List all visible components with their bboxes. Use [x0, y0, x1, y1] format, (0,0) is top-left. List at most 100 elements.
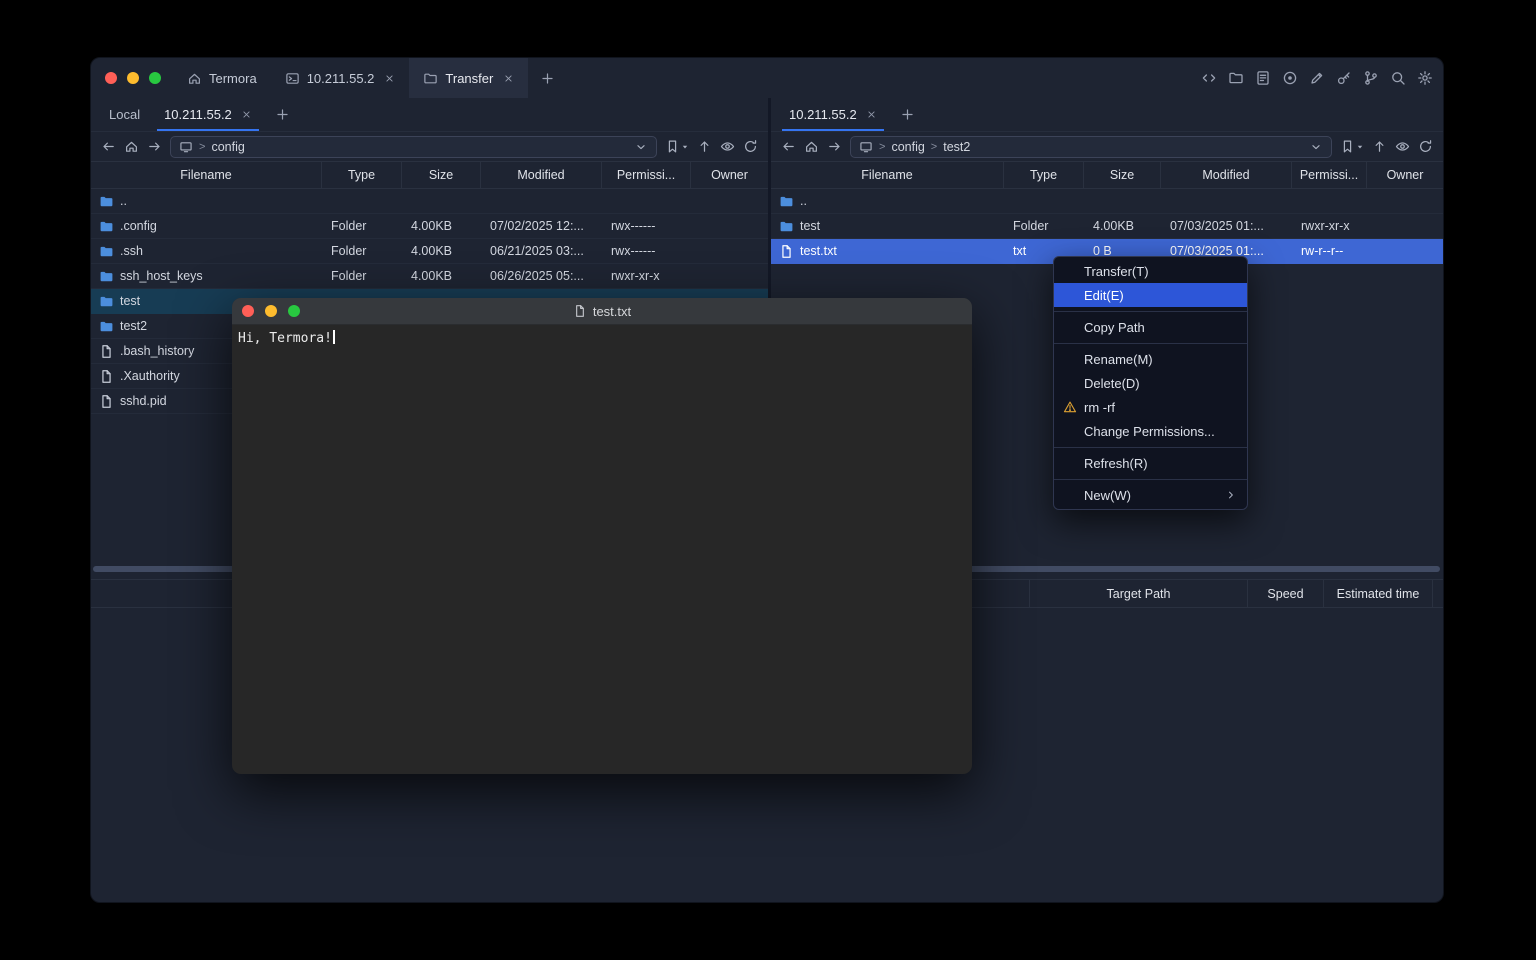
column-size[interactable]: Size [1084, 162, 1161, 188]
file-name: test [800, 219, 820, 233]
text-caret [333, 330, 336, 344]
file-row[interactable]: .sshFolder4.00KB06/21/2025 03:...rwx----… [91, 239, 768, 264]
menu-item-edit-e[interactable]: Edit(E) [1054, 283, 1247, 307]
close-tab-button[interactable] [866, 109, 877, 120]
code-icon[interactable] [1201, 70, 1217, 86]
menu-item-refresh-r[interactable]: Refresh(R) [1054, 451, 1247, 475]
show-hidden-files-button[interactable] [720, 139, 735, 154]
close-window-button[interactable] [105, 72, 117, 84]
navigation-bar: > config [91, 132, 768, 161]
new-tab-button[interactable] [528, 58, 567, 98]
up-directory-button[interactable] [1372, 139, 1387, 154]
menu-item-rm-rf[interactable]: rm -rf [1054, 395, 1247, 419]
column-modified[interactable]: Modified [1161, 162, 1292, 188]
breadcrumb-segment[interactable]: test2 [943, 140, 970, 154]
column-type[interactable]: Type [1004, 162, 1084, 188]
editor-content[interactable]: Hi, Termora! [232, 325, 972, 351]
chevron-down-icon[interactable] [1309, 140, 1323, 154]
close-tab-button[interactable] [503, 73, 514, 84]
new-panel-tab-button[interactable] [889, 98, 926, 131]
folder-icon [423, 71, 438, 86]
editor-titlebar[interactable]: test.txt [232, 298, 972, 325]
file-permissions: rwxr-xr-x [602, 269, 691, 283]
file-icon [99, 394, 114, 409]
menu-item-new-w[interactable]: New(W) [1054, 483, 1247, 507]
home-button[interactable] [804, 139, 819, 154]
back-button[interactable] [781, 139, 796, 154]
column-estimated-time[interactable]: Estimated time [1323, 580, 1433, 607]
file-type: Folder [322, 244, 402, 258]
menu-item-label: Delete(D) [1084, 376, 1140, 391]
panel-tab-bar: 10.211.55.2 [771, 98, 1443, 132]
column-target-path[interactable]: Target Path [1029, 580, 1247, 607]
forward-button[interactable] [827, 139, 842, 154]
script-icon[interactable] [1255, 70, 1271, 86]
file-name: .Xauthority [120, 369, 180, 383]
menu-item-copy-path[interactable]: Copy Path [1054, 315, 1247, 339]
column-filename[interactable]: Filename [771, 162, 1004, 188]
menu-item-delete-d[interactable]: Delete(D) [1054, 371, 1247, 395]
tab-remote-host[interactable]: 10.211.55.2 [777, 98, 889, 131]
file-name: .. [120, 194, 127, 208]
search-icon[interactable] [1390, 70, 1406, 86]
column-permissions[interactable]: Permissi... [1292, 162, 1367, 188]
close-tab-button[interactable] [384, 73, 395, 84]
folder-icon [779, 194, 794, 209]
refresh-button[interactable] [743, 139, 758, 154]
file-row[interactable]: testFolder4.00KB07/03/2025 01:...rwxr-xr… [771, 214, 1443, 239]
filename-cell: .. [91, 194, 322, 209]
up-directory-button[interactable] [697, 139, 712, 154]
tab-termora[interactable]: Termora [173, 58, 271, 98]
file-row[interactable]: .. [91, 189, 768, 214]
menu-item-transfer-t[interactable]: Transfer(T) [1054, 259, 1247, 283]
minimize-window-button[interactable] [127, 72, 139, 84]
folder-icon [99, 219, 114, 234]
breadcrumb-segment[interactable]: config [211, 140, 244, 154]
close-tab-button[interactable] [241, 109, 252, 120]
bookmark-button[interactable] [665, 139, 689, 154]
column-owner[interactable]: Owner [1367, 162, 1443, 188]
bookmark-icon [1340, 139, 1355, 154]
record-icon[interactable] [1282, 70, 1298, 86]
column-speed[interactable]: Speed [1247, 580, 1323, 607]
file-size: 4.00KB [1084, 219, 1161, 233]
file-size: 4.00KB [402, 219, 481, 233]
forward-button[interactable] [147, 139, 162, 154]
chevron-down-icon[interactable] [634, 140, 648, 154]
path-bar[interactable]: > config > test2 [850, 136, 1332, 158]
column-modified[interactable]: Modified [481, 162, 602, 188]
folder-icon[interactable] [1228, 70, 1244, 86]
back-button[interactable] [101, 139, 116, 154]
column-filename[interactable]: Filename [91, 162, 322, 188]
refresh-button[interactable] [1418, 139, 1433, 154]
zoom-window-button[interactable] [149, 72, 161, 84]
key-icon[interactable] [1336, 70, 1352, 86]
menu-item-rename-m[interactable]: Rename(M) [1054, 347, 1247, 371]
bookmark-button[interactable] [1340, 139, 1364, 154]
home-button[interactable] [124, 139, 139, 154]
path-bar[interactable]: > config [170, 136, 657, 158]
tab-remote-host[interactable]: 10.211.55.2 [152, 98, 264, 131]
tab-host[interactable]: 10.211.55.2 [271, 58, 410, 98]
breadcrumb-segment[interactable]: config [891, 140, 924, 154]
column-permissions[interactable]: Permissi... [602, 162, 691, 188]
file-row[interactable]: .configFolder4.00KB07/02/2025 12:...rwx-… [91, 214, 768, 239]
menu-item-label: New(W) [1084, 488, 1131, 503]
column-type[interactable]: Type [322, 162, 402, 188]
editor-text: Hi, Termora! [238, 331, 332, 346]
file-row[interactable]: ssh_host_keysFolder4.00KB06/26/2025 05:.… [91, 264, 768, 289]
plus-icon [900, 107, 915, 122]
new-panel-tab-button[interactable] [264, 98, 301, 131]
folder-icon [99, 244, 114, 259]
pencil-icon[interactable] [1309, 70, 1325, 86]
branch-icon[interactable] [1363, 70, 1379, 86]
column-owner[interactable]: Owner [691, 162, 768, 188]
column-size[interactable]: Size [402, 162, 481, 188]
tab-transfer[interactable]: Transfer [409, 58, 528, 98]
file-row[interactable]: .. [771, 189, 1443, 214]
menu-item-change-permissions[interactable]: Change Permissions... [1054, 419, 1247, 443]
settings-icon[interactable] [1417, 70, 1433, 86]
tab-local[interactable]: Local [97, 98, 152, 131]
show-hidden-files-button[interactable] [1395, 139, 1410, 154]
close-icon [384, 73, 395, 84]
